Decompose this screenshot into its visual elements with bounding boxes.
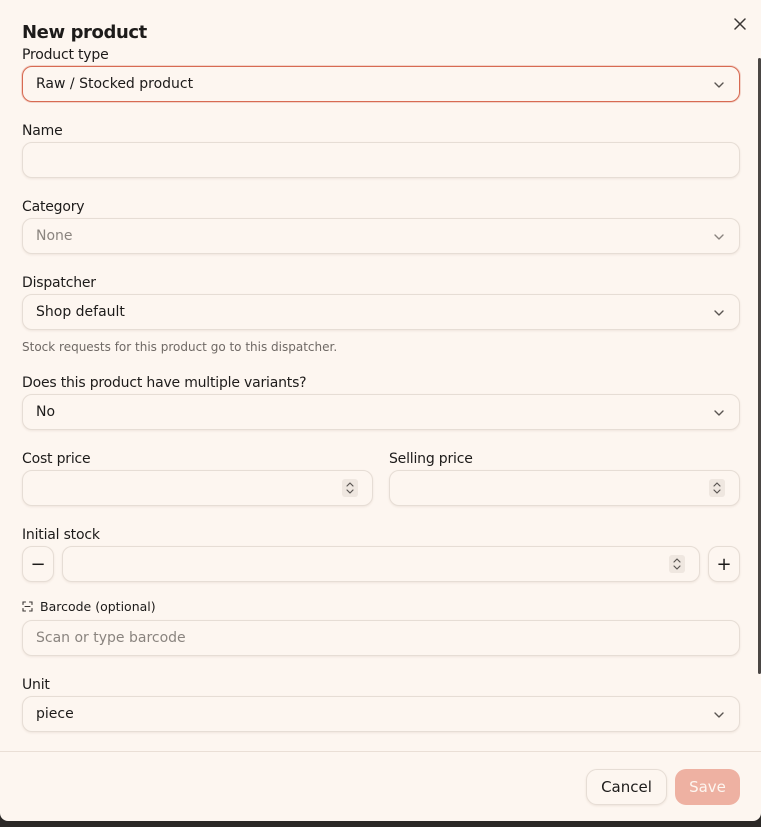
product-type-value: Raw / Stocked product: [36, 76, 194, 92]
category-label: Category: [22, 199, 85, 215]
barcode-label-text: Barcode (optional): [40, 599, 156, 614]
decrement-button[interactable]: −: [22, 546, 54, 582]
save-button[interactable]: Save: [675, 769, 740, 805]
product-type-select[interactable]: Raw / Stocked product: [22, 66, 740, 102]
dialog-title: New product: [22, 22, 147, 43]
unit-select[interactable]: piece: [22, 696, 740, 732]
variants-label: Does this product have multiple variants…: [22, 375, 307, 391]
cost-price-label: Cost price: [22, 451, 91, 467]
number-spinner-icon[interactable]: [342, 479, 358, 497]
dialog-footer: Cancel Save: [0, 751, 761, 821]
cost-price-input[interactable]: [22, 470, 373, 506]
dispatcher-label: Dispatcher: [22, 275, 96, 291]
dispatcher-hint: Stock requests for this product go to th…: [22, 340, 338, 354]
dispatcher-select[interactable]: Shop default: [22, 294, 740, 330]
initial-stock-label: Initial stock: [22, 527, 100, 543]
chevron-down-icon: [714, 410, 724, 416]
cancel-button[interactable]: Cancel: [586, 769, 667, 805]
scan-icon: [22, 601, 33, 612]
number-spinner-icon[interactable]: [669, 555, 685, 573]
unit-value: piece: [36, 706, 74, 722]
close-icon[interactable]: [731, 15, 749, 33]
unit-label: Unit: [22, 677, 50, 693]
increment-button[interactable]: +: [708, 546, 740, 582]
chevron-down-icon: [714, 712, 724, 718]
barcode-label: Barcode (optional): [22, 599, 156, 614]
category-select[interactable]: None: [22, 218, 740, 254]
dispatcher-value: Shop default: [36, 304, 125, 320]
selling-price-input[interactable]: [389, 470, 740, 506]
chevron-down-icon: [714, 310, 724, 316]
name-input[interactable]: [22, 142, 740, 178]
chevron-down-icon: [714, 234, 724, 240]
barcode-placeholder: Scan or type barcode: [36, 630, 186, 646]
chevron-down-icon: [714, 82, 724, 88]
category-value: None: [36, 228, 73, 244]
selling-price-label: Selling price: [389, 451, 473, 467]
variants-value: No: [36, 404, 56, 420]
minus-icon: −: [30, 553, 46, 575]
plus-icon: +: [716, 553, 732, 575]
variants-select[interactable]: No: [22, 394, 740, 430]
number-spinner-icon[interactable]: [709, 479, 725, 497]
product-type-label: Product type: [22, 47, 109, 63]
new-product-dialog: New product Product type Raw / Stocked p…: [0, 0, 761, 821]
barcode-input[interactable]: Scan or type barcode: [22, 620, 740, 656]
initial-stock-input[interactable]: [62, 546, 700, 582]
name-label: Name: [22, 123, 63, 139]
